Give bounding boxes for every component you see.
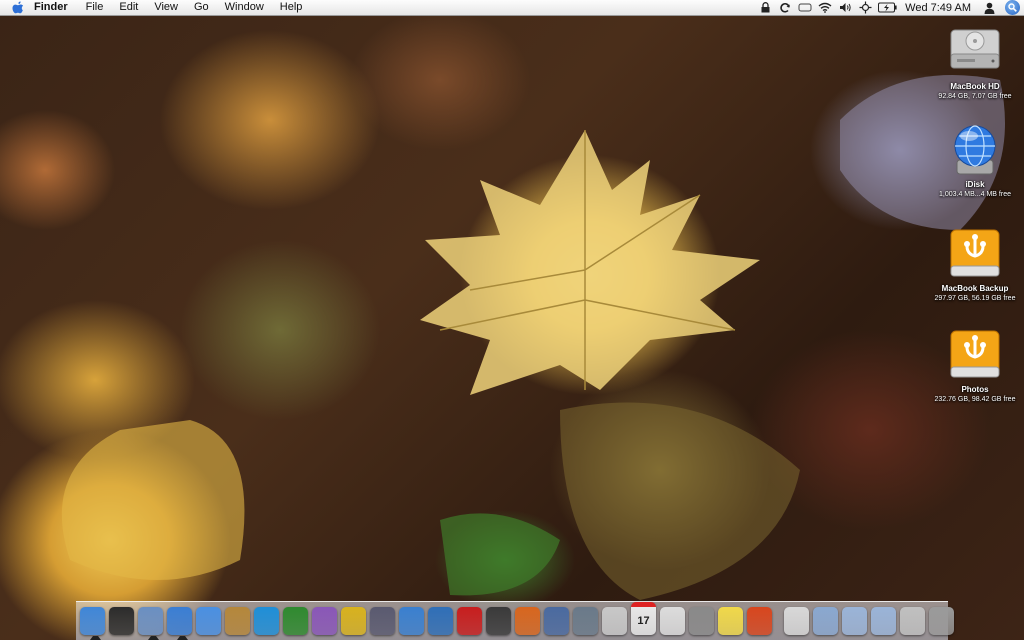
itunes-icon[interactable] <box>399 607 424 635</box>
running-indicator <box>90 636 101 640</box>
home-folder-icon[interactable] <box>784 607 809 635</box>
trash-icon[interactable] <box>929 607 954 635</box>
spotlight-icon[interactable] <box>1005 0 1020 15</box>
desktop-icon-info: 297.97 GB, 56.19 GB free <box>934 295 1016 302</box>
iphoto-icon[interactable] <box>544 607 569 635</box>
desktop-icon-label: MacBook Backup <box>941 284 1009 293</box>
word-icon[interactable] <box>428 607 453 635</box>
dock-places <box>782 607 956 640</box>
script-icon[interactable] <box>370 607 395 635</box>
excel-icon[interactable] <box>283 607 308 635</box>
dock-applications: 17 <box>78 602 774 640</box>
desktop-wallpaper[interactable] <box>0 0 1024 640</box>
ical-day: 17 <box>637 615 650 627</box>
printer-icon[interactable] <box>602 607 627 635</box>
acrobat-icon[interactable] <box>457 607 482 635</box>
safari-icon[interactable] <box>167 607 192 640</box>
menu-extras: Wed 7:49 AM <box>755 0 1024 15</box>
menu-bar: Finder File Edit View Go Window Help Wed… <box>0 0 1024 16</box>
desktop-icon-label: Photos <box>961 385 989 394</box>
stack-icon[interactable] <box>900 607 925 635</box>
mail-icon[interactable] <box>138 607 163 640</box>
desktop-icon-label: MacBook HD <box>950 82 1000 91</box>
desktop-icon-idisk[interactable]: iDisk 1,003.4 MB...4 MB free <box>927 122 1023 199</box>
user-icon[interactable] <box>981 0 997 15</box>
lock-icon[interactable] <box>757 0 773 15</box>
downloads-folder-icon[interactable] <box>871 607 896 635</box>
autumn-leaves-wallpaper <box>61 75 1005 600</box>
desktop-icon-info: 92.84 GB, 7.07 GB free <box>938 93 1012 100</box>
msn-icon[interactable] <box>254 607 279 635</box>
firewire-drive-icon <box>947 226 1003 282</box>
firewire-drive-icon <box>947 327 1003 383</box>
desktop-icon-info: 1,003.4 MB...4 MB free <box>939 191 1011 198</box>
preview-icon[interactable] <box>573 607 598 635</box>
sync-icon[interactable] <box>777 0 793 15</box>
calculator-icon[interactable] <box>689 607 714 635</box>
textedit-icon[interactable] <box>660 607 685 635</box>
menu-view[interactable]: View <box>154 0 178 15</box>
desktop-icon-label: iDisk <box>965 180 985 189</box>
firefox-icon[interactable] <box>515 607 540 635</box>
ical-icon[interactable]: 17 <box>631 602 656 635</box>
hard-drive-icon <box>947 24 1003 80</box>
menu-go[interactable]: Go <box>194 0 209 15</box>
desktop-icon-macbook-hd[interactable]: MacBook HD 92.84 GB, 7.07 GB free <box>927 24 1023 101</box>
volume-icon[interactable] <box>837 0 853 15</box>
menu-clock[interactable]: Wed 7:49 AM <box>905 2 971 14</box>
running-indicator <box>148 636 159 640</box>
running-indicator <box>177 636 188 640</box>
menu-file[interactable]: File <box>86 0 104 15</box>
dock: 17 <box>76 601 954 640</box>
entourage-icon[interactable] <box>312 607 337 635</box>
desktop-icon-photos[interactable]: Photos 232.76 GB, 98.42 GB free <box>927 327 1023 404</box>
stickies-icon[interactable] <box>718 607 743 635</box>
menu-window[interactable]: Window <box>225 0 264 15</box>
apple-menu-icon[interactable] <box>12 1 24 14</box>
desktop-icon-info: 232.76 GB, 98.42 GB free <box>934 396 1016 403</box>
dashboard-icon[interactable] <box>109 607 134 635</box>
applications-folder-icon[interactable] <box>813 607 838 635</box>
powerpoint-icon[interactable] <box>341 607 366 635</box>
input-icon[interactable] <box>857 0 873 15</box>
desktop-icon-macbook-backup[interactable]: MacBook Backup 297.97 GB, 56.19 GB free <box>927 226 1023 303</box>
address-book-icon[interactable] <box>225 607 250 635</box>
menu-finder[interactable]: Finder <box>34 0 68 15</box>
wifi-icon[interactable] <box>817 0 833 15</box>
ichat-icon[interactable] <box>196 607 221 635</box>
documents-folder-icon[interactable] <box>842 607 867 635</box>
menu-help[interactable]: Help <box>280 0 303 15</box>
display-icon[interactable] <box>797 0 813 15</box>
idisk-globe-icon <box>947 122 1003 178</box>
parallels-icon[interactable] <box>747 607 772 635</box>
battery-icon[interactable] <box>877 0 897 15</box>
menu-edit[interactable]: Edit <box>119 0 138 15</box>
camera-icon[interactable] <box>486 607 511 635</box>
finder-icon[interactable] <box>80 607 105 640</box>
